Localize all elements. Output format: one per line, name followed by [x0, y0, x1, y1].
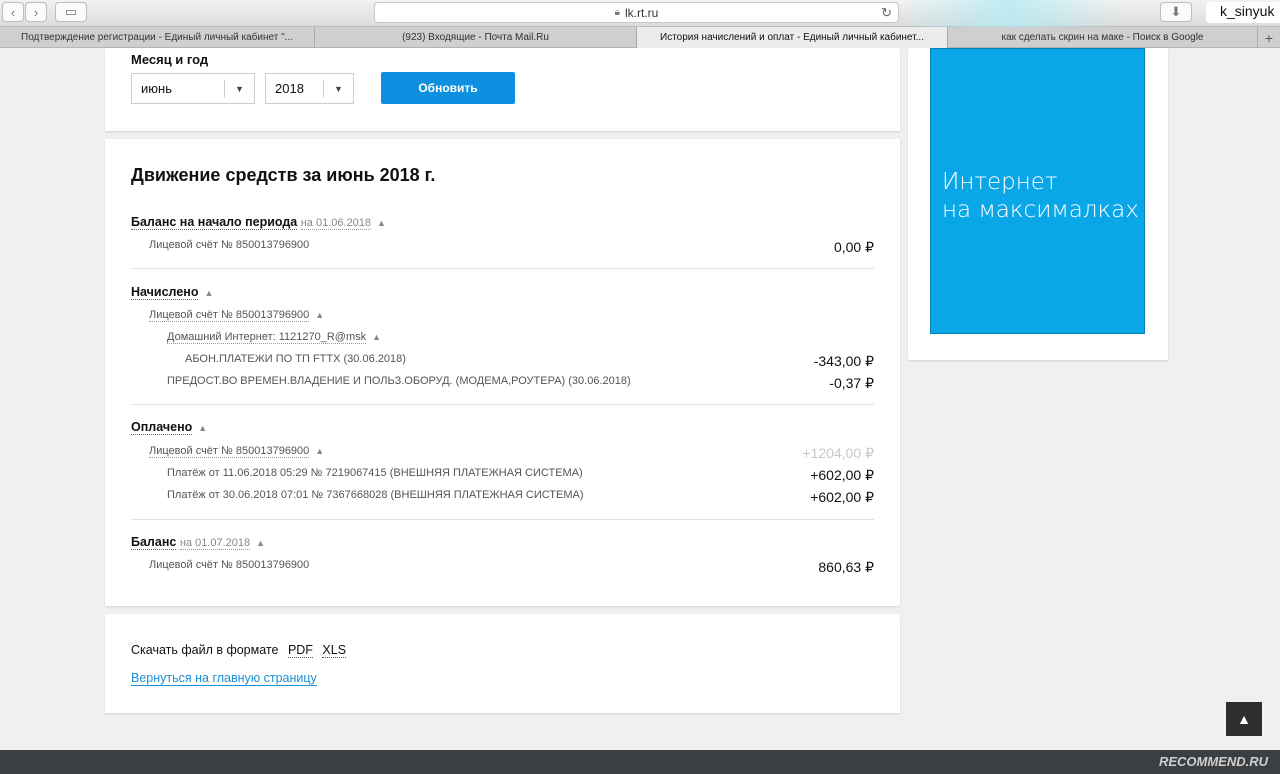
divider	[131, 268, 874, 269]
opening-balance-header[interactable]: Баланс на начало периода на 01.06.2018 ▲	[105, 215, 900, 233]
ad-banner[interactable]: Интернет на максималках	[930, 48, 1145, 334]
collapse-icon[interactable]: ▲	[315, 310, 324, 320]
tab-bar: Подтверждение регистрации - Единый личны…	[0, 27, 1280, 48]
tab-registration[interactable]: Подтверждение регистрации - Единый личны…	[0, 27, 315, 48]
year-value: 2018	[275, 81, 304, 96]
payment-name: Платёж от 30.06.2018 07:01 № 7367668028 …	[167, 489, 584, 501]
page-title: Движение средств за июнь 2018 г.	[131, 165, 436, 185]
charge-name: АБОН.ПЛАТЕЖИ ПО ТП FTTX (30.06.2018)	[185, 353, 406, 365]
scroll-top-button[interactable]: ▲	[1226, 702, 1262, 736]
watermark: RECOMMEND.RU	[1158, 754, 1268, 769]
opening-account: Лицевой счёт № 850013796900	[149, 239, 310, 251]
ad-line-1: Интернет	[942, 169, 1058, 195]
payment-amount: +602,00 ₽	[810, 489, 874, 505]
tab-google[interactable]: как сделать скрин на маке - Поиск в Goog…	[948, 27, 1258, 48]
paid-total: +1204,00 ₽	[802, 445, 874, 461]
year-select[interactable]: 2018 ▼	[265, 73, 354, 104]
closing-account: Лицевой счёт № 850013796900	[149, 559, 310, 571]
closing-balance-label: Баланс	[131, 535, 177, 550]
month-value: июнь	[141, 81, 172, 96]
divider	[131, 404, 874, 405]
downloads-icon[interactable]: ⬇	[1160, 2, 1192, 22]
charged-service: Домашний Интернет: 1121270_R@msk	[167, 331, 367, 344]
paid-account-row[interactable]: Лицевой счёт № 850013796900 ▲ +1204,00 ₽	[105, 445, 900, 463]
pdf-link[interactable]: PDF	[287, 643, 313, 658]
list-item: ПРЕДОСТ.ВО ВРЕМЕН.ВЛАДЕНИЕ И ПОЛЬЗ.ОБОРУ…	[105, 375, 900, 393]
user-name[interactable]: k_sinyuk	[1206, 2, 1280, 23]
collapse-icon[interactable]: ▲	[377, 218, 386, 228]
paid-header[interactable]: Оплачено ▲	[105, 420, 900, 438]
collapse-icon[interactable]: ▲	[198, 423, 207, 433]
month-year-label: Месяц и год	[131, 52, 209, 67]
download-row: Скачать файл в формате PDF XLS	[131, 643, 347, 658]
address-text: lk.rt.ru	[624, 5, 659, 20]
charged-header[interactable]: Начислено ▲	[105, 285, 900, 303]
tab-history[interactable]: История начислений и оплат - Единый личн…	[637, 27, 948, 48]
payment-amount: +602,00 ₽	[810, 467, 874, 483]
download-card: Скачать файл в формате PDF XLS Вернуться…	[105, 614, 900, 713]
sidebar-icon[interactable]: ▭	[55, 2, 87, 22]
browser-toolbar: ‹ › ▭ 🔒︎ lk.rt.ru ↻ ⬇ k_sinyuk	[0, 0, 1280, 28]
list-item: Платёж от 30.06.2018 07:01 № 7367668028 …	[105, 489, 900, 507]
charged-account-row[interactable]: Лицевой счёт № 850013796900 ▲	[105, 309, 900, 327]
back-to-main-link[interactable]: Вернуться на главную страницу	[131, 671, 317, 686]
chevron-down-icon: ▼	[323, 80, 353, 98]
paid-label: Оплачено	[131, 420, 193, 435]
ad-line-2: на максималках	[942, 197, 1139, 223]
xls-link[interactable]: XLS	[322, 643, 347, 658]
chevron-down-icon: ▼	[224, 80, 254, 98]
chevron-up-icon: ▲	[1237, 711, 1251, 727]
list-item: АБОН.ПЛАТЕЖИ ПО ТП FTTX (30.06.2018) -34…	[105, 353, 900, 371]
tab-mail[interactable]: (923) Входящие - Почта Mail.Ru	[315, 27, 637, 48]
toolbar-glow	[900, 0, 1120, 28]
list-item: Платёж от 11.06.2018 05:29 № 7219067415 …	[105, 467, 900, 485]
forward-icon[interactable]: ›	[25, 2, 47, 22]
charge-amount: -0,37 ₽	[829, 375, 874, 391]
divider	[131, 519, 874, 520]
opening-balance-date: на 01.06.2018	[300, 217, 372, 230]
closing-balance-row: Лицевой счёт № 850013796900 860,63 ₽	[105, 559, 900, 577]
collapse-icon[interactable]: ▲	[315, 446, 324, 456]
filter-card: Месяц и год июнь ▼ 2018 ▼ Обновить	[105, 48, 900, 131]
address-bar[interactable]: 🔒︎ lk.rt.ru ↻	[374, 2, 899, 23]
charged-service-row[interactable]: Домашний Интернет: 1121270_R@msk ▲	[105, 331, 900, 349]
reload-icon[interactable]: ↻	[881, 5, 892, 21]
lock-icon: 🔒︎	[614, 7, 620, 18]
ad-card: Интернет на максималках	[908, 48, 1168, 360]
new-tab-icon[interactable]: +	[1258, 27, 1280, 48]
charged-label: Начислено	[131, 285, 199, 300]
collapse-icon[interactable]: ▲	[372, 332, 381, 342]
payment-name: Платёж от 11.06.2018 05:29 № 7219067415 …	[167, 467, 583, 479]
closing-balance-date: на 01.07.2018	[179, 537, 251, 550]
closing-balance-header[interactable]: Баланс на 01.07.2018 ▲	[105, 535, 900, 553]
opening-balance-label: Баланс на начало периода	[131, 215, 298, 230]
charge-amount: -343,00 ₽	[813, 353, 874, 369]
collapse-icon[interactable]: ▲	[256, 538, 265, 548]
opening-amount: 0,00 ₽	[833, 239, 874, 255]
closing-amount: 860,63 ₽	[818, 559, 874, 575]
paid-account: Лицевой счёт № 850013796900	[149, 445, 310, 458]
opening-balance-row: Лицевой счёт № 850013796900 0,00 ₽	[105, 239, 900, 257]
refresh-button[interactable]: Обновить	[381, 72, 515, 104]
charge-name: ПРЕДОСТ.ВО ВРЕМЕН.ВЛАДЕНИЕ И ПОЛЬЗ.ОБОРУ…	[167, 375, 631, 387]
collapse-icon[interactable]: ▲	[204, 288, 213, 298]
month-select[interactable]: июнь ▼	[131, 73, 255, 104]
page-footer: RECOMMEND.RU	[0, 750, 1280, 774]
statement-card: Движение средств за июнь 2018 г. Баланс …	[105, 139, 900, 606]
download-label: Скачать файл в формате	[131, 643, 279, 657]
back-icon[interactable]: ‹	[2, 2, 24, 22]
charged-account: Лицевой счёт № 850013796900	[149, 309, 310, 322]
